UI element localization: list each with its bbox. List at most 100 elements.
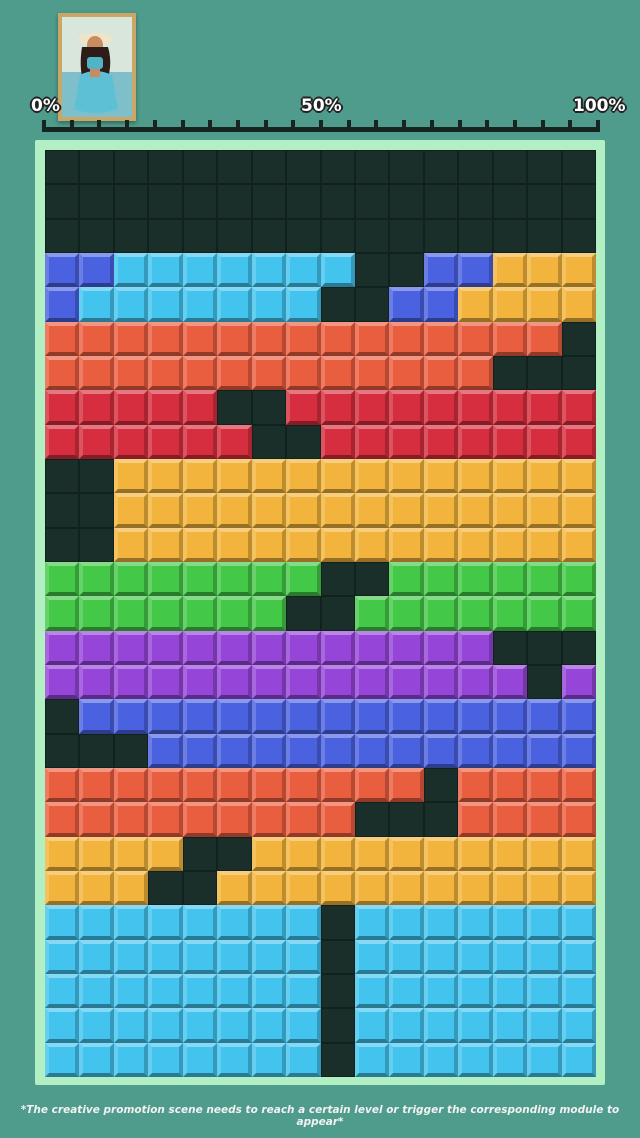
empty-cell [79, 527, 114, 562]
red-block [561, 390, 596, 425]
orange-block [286, 356, 321, 391]
yellow-block [320, 527, 355, 562]
yellow-block [251, 459, 287, 494]
ruler-tick [208, 120, 213, 132]
yellow-block [561, 459, 596, 494]
yellow-block [217, 459, 252, 494]
yellow-block [561, 527, 596, 562]
empty-cell [251, 424, 287, 459]
cyan-block [251, 939, 287, 974]
cyan-block [148, 1008, 183, 1043]
green-block [389, 562, 424, 597]
purple-block [423, 665, 459, 700]
cyan-block [45, 974, 80, 1009]
empty-cell [182, 218, 218, 253]
green-block [148, 596, 183, 631]
green-block [423, 596, 459, 631]
cyan-block [354, 1042, 390, 1077]
blue-block [79, 699, 114, 734]
empty-cell [389, 802, 424, 837]
orange-block [45, 768, 80, 803]
yellow-block [354, 459, 390, 494]
empty-cell [320, 596, 355, 631]
cyan-block [527, 905, 562, 940]
purple-block [148, 630, 183, 665]
red-block [182, 390, 218, 425]
purple-block [354, 630, 390, 665]
purple-block [182, 665, 218, 700]
red-block [320, 390, 355, 425]
blue-block [217, 733, 252, 768]
orange-block [148, 768, 183, 803]
yellow-block [217, 527, 252, 562]
ruler-tick [180, 120, 185, 132]
cyan-block [251, 287, 287, 322]
yellow-block [458, 871, 493, 906]
red-block [217, 424, 252, 459]
orange-block [561, 802, 596, 837]
purple-block [458, 665, 493, 700]
progress-ruler [42, 118, 600, 132]
red-block [458, 390, 493, 425]
cyan-block [113, 1042, 149, 1077]
blue-block [527, 733, 562, 768]
purple-block [320, 665, 355, 700]
blue-block [423, 287, 459, 322]
empty-cell [45, 459, 80, 494]
purple-block [389, 665, 424, 700]
cyan-block [217, 1042, 252, 1077]
cyan-block [458, 1008, 493, 1043]
orange-block [113, 356, 149, 391]
empty-cell [492, 184, 528, 219]
yellow-block [286, 527, 321, 562]
cyan-block [527, 1008, 562, 1043]
orange-block [320, 768, 355, 803]
cyan-block [354, 1008, 390, 1043]
yellow-block [492, 836, 528, 871]
ruler-tick [97, 120, 102, 132]
yellow-block [148, 493, 183, 528]
empty-cell [320, 1008, 355, 1043]
blue-block [79, 253, 114, 288]
yellow-block [320, 493, 355, 528]
orange-block [45, 356, 80, 391]
cyan-block [148, 287, 183, 322]
orange-block [286, 802, 321, 837]
red-block [527, 424, 562, 459]
empty-cell [45, 733, 80, 768]
cyan-block [354, 905, 390, 940]
empty-cell [148, 871, 183, 906]
empty-cell [354, 802, 390, 837]
cyan-block [423, 974, 459, 1009]
green-block [458, 562, 493, 597]
empty-cell [45, 150, 80, 185]
cyan-block [182, 1042, 218, 1077]
yellow-block [492, 871, 528, 906]
cyan-block [251, 1042, 287, 1077]
purple-block [251, 630, 287, 665]
cyan-block [458, 1042, 493, 1077]
cyan-block [286, 287, 321, 322]
blue-block [561, 733, 596, 768]
cyan-block [182, 974, 218, 1009]
game-board[interactable] [45, 150, 596, 1077]
purple-block [251, 665, 287, 700]
purple-block [320, 630, 355, 665]
orange-block [458, 768, 493, 803]
empty-cell [354, 253, 390, 288]
purple-block [286, 665, 321, 700]
yellow-block [148, 459, 183, 494]
cyan-block [286, 974, 321, 1009]
green-block [182, 562, 218, 597]
cyan-block [561, 905, 596, 940]
cyan-block [354, 974, 390, 1009]
empty-cell [148, 184, 183, 219]
yellow-block [113, 493, 149, 528]
green-block [561, 562, 596, 597]
empty-cell [492, 150, 528, 185]
red-block [320, 424, 355, 459]
blue-block [286, 733, 321, 768]
yellow-block [148, 527, 183, 562]
red-block [423, 424, 459, 459]
purple-block [217, 665, 252, 700]
